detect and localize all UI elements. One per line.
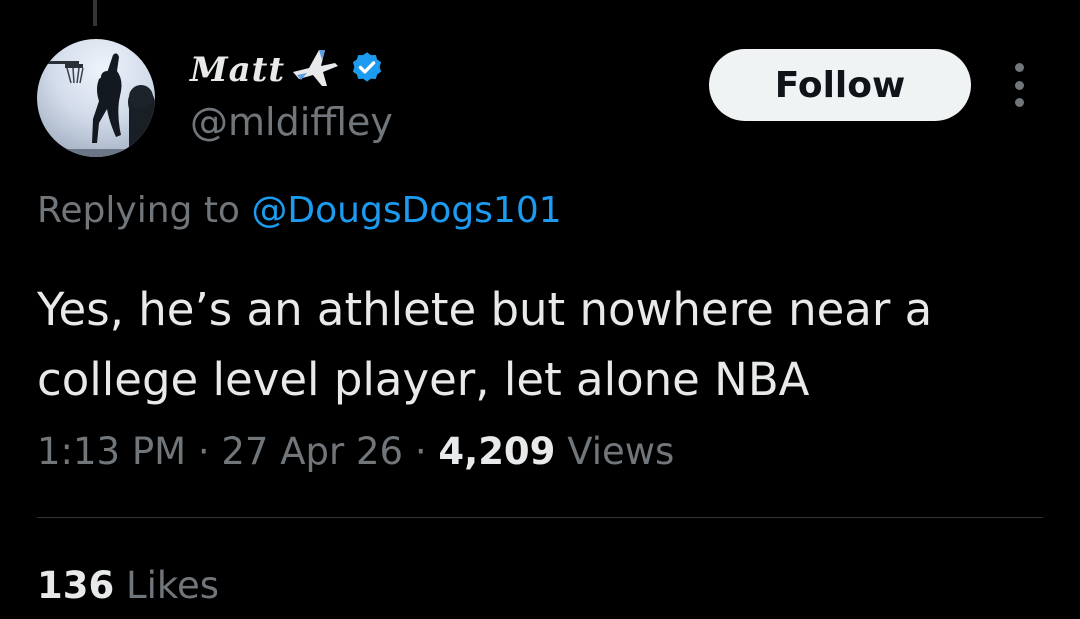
meta-separator: · — [186, 430, 222, 473]
likes-stat[interactable]: 136 Likes — [37, 564, 219, 607]
likes-label: Likes — [114, 564, 220, 607]
replying-to: Replying to @DougsDogs101 — [37, 190, 562, 231]
divider — [37, 517, 1043, 518]
more-dot — [1014, 80, 1024, 90]
author-handle[interactable]: @mldiffley — [190, 100, 393, 144]
follow-button[interactable]: Follow — [709, 49, 971, 121]
verified-badge-icon[interactable] — [349, 50, 385, 90]
more-dot — [1014, 98, 1024, 107]
tweet-date[interactable]: 27 Apr 26 — [221, 430, 403, 473]
airplane-icon — [289, 46, 341, 94]
views-label: Views — [555, 430, 675, 473]
avatar-image — [37, 53, 155, 157]
more-dot — [1014, 63, 1024, 72]
tweet-text: Yes, he’s an athlete but nowhere near a … — [37, 283, 933, 406]
likes-count: 136 — [37, 564, 115, 607]
tweet-detail: Matt @mldiffley Follow Replying to @Doug… — [0, 0, 1080, 619]
tweet-time[interactable]: 1:13 PM — [37, 430, 186, 473]
reply-mention-link[interactable]: @DougsDogs101 — [251, 190, 561, 231]
views-count: 4,209 — [438, 430, 556, 473]
tweet-meta: 1:13 PM · 27 Apr 26 · 4,209 Views — [37, 430, 674, 473]
author-name-row: Matt — [190, 44, 385, 96]
meta-separator: · — [403, 430, 439, 473]
replying-to-label: Replying to — [37, 190, 252, 231]
author-display-name[interactable]: Matt — [190, 50, 285, 90]
thread-connector-line — [93, 0, 97, 26]
avatar[interactable] — [37, 39, 155, 157]
more-options-icon[interactable] — [1004, 63, 1034, 107]
